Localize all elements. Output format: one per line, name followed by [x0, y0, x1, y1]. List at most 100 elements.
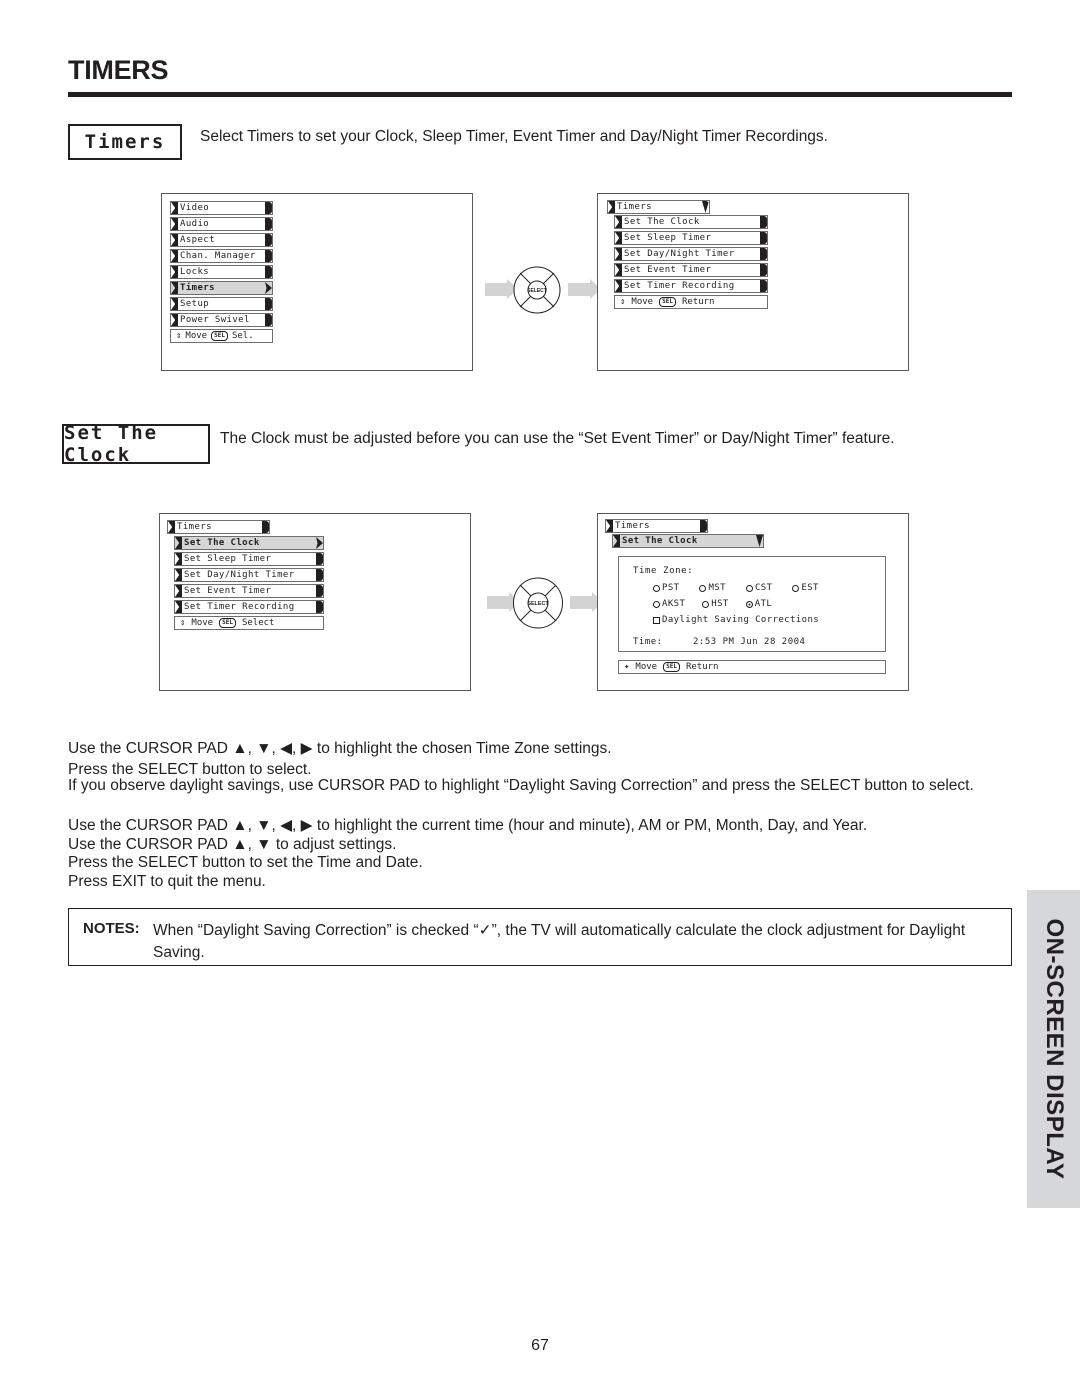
- menu-item-set-the-clock[interactable]: Set The Clock: [174, 536, 324, 550]
- radio-icon-selected: [745, 600, 753, 608]
- radio-label: CST: [754, 583, 773, 593]
- time-label: Time:: [633, 637, 663, 647]
- up-down-arrow-icon: ⇕: [176, 330, 182, 341]
- chevron-right-icon: [265, 282, 272, 294]
- time-zone-row-1: PST MST CST EST: [653, 583, 819, 593]
- svg-text:SELECT: SELECT: [527, 601, 549, 607]
- footer-action-label: Return: [685, 662, 719, 672]
- flow-arrow-right-icon: [568, 279, 601, 299]
- radio-label: HST: [711, 599, 729, 609]
- menu-item-label: Set Sleep Timer: [624, 233, 712, 243]
- menu-item-label: Power Swivel: [180, 315, 250, 325]
- menu-item-locks[interactable]: Locks: [170, 265, 273, 279]
- menu-item-set-timer-recording[interactable]: Set Timer Recording: [614, 279, 768, 293]
- menu-footer-hint: ⇕ Move SEL Select: [174, 616, 324, 630]
- chevron-right-icon: [316, 537, 323, 549]
- menu-item-set-timer-recording[interactable]: Set Timer Recording: [174, 600, 324, 614]
- menu-item-audio[interactable]: Audio: [170, 217, 273, 231]
- right-cap-icon: [265, 250, 272, 262]
- menu-item-video[interactable]: Video: [170, 201, 273, 215]
- radio-option-cst[interactable]: CST: [745, 583, 773, 593]
- radio-option-atl[interactable]: ATL: [745, 599, 773, 609]
- footer-action-label: Return: [681, 297, 715, 307]
- radio-option-akst[interactable]: AKST: [653, 599, 685, 609]
- notes-text: When “Daylight Saving Correction” is che…: [153, 922, 966, 961]
- right-cap-icon: [700, 520, 707, 532]
- right-cap-icon: [265, 314, 272, 326]
- menu-item-label: Set Timer Recording: [624, 281, 735, 291]
- menu-header-timers: Timers: [167, 520, 270, 534]
- radio-option-hst[interactable]: HST: [702, 599, 728, 609]
- radio-icon: [653, 600, 660, 608]
- four-way-arrow-icon: ✦: [624, 661, 630, 672]
- menu-item-timers[interactable]: Timers: [170, 281, 273, 295]
- menu-item-set-sleep-timer[interactable]: Set Sleep Timer: [614, 231, 768, 245]
- select-key-icon: SEL: [659, 297, 676, 307]
- menu-item-power-swivel[interactable]: Power Swivel: [170, 313, 273, 327]
- right-cap-icon: [760, 248, 767, 260]
- chevron-down-icon: [756, 535, 763, 547]
- menu-item-set-the-clock[interactable]: Set The Clock: [614, 215, 768, 229]
- right-cap-icon: [316, 601, 323, 613]
- radio-option-mst[interactable]: MST: [699, 583, 726, 593]
- menu-item-set-day-night-timer[interactable]: Set Day/Night Timer: [174, 568, 324, 582]
- radio-label: AKST: [662, 599, 686, 609]
- menu-item-label: Set Sleep Timer: [184, 554, 272, 564]
- menu-item-label: Set Timer Recording: [184, 602, 295, 612]
- notes-label: NOTES:: [83, 920, 140, 937]
- instruction-line-3: If you observe daylight savings, use CUR…: [68, 777, 974, 794]
- menu-subheader-set-the-clock[interactable]: Set The Clock: [612, 534, 764, 548]
- menu-header-timers: Timers: [605, 519, 708, 533]
- section-description-set-the-clock: The Clock must be adjusted before you ca…: [220, 430, 895, 447]
- up-down-arrow-icon: ⇕: [620, 296, 626, 307]
- diagram2-left-header: Timers: [167, 520, 270, 536]
- footer-move-label: Move: [631, 297, 654, 307]
- diagram2-left-items: Set The Clock Set Sleep Timer Set Day/Ni…: [174, 536, 324, 630]
- checkbox-daylight-saving[interactable]: Daylight Saving Corrections: [653, 615, 819, 625]
- radio-icon: [792, 584, 800, 592]
- radio-label: ATL: [754, 599, 773, 609]
- time-zone-row-2: AKST HST ATL: [653, 599, 772, 609]
- right-cap-icon: [265, 218, 272, 230]
- menu-footer-hint: ✦ Move SEL Return: [618, 660, 886, 674]
- right-cap-icon: [316, 553, 323, 565]
- right-cap-icon: [265, 266, 272, 278]
- right-cap-icon: [316, 585, 323, 597]
- menu-item-set-day-night-timer[interactable]: Set Day/Night Timer: [614, 247, 768, 261]
- flow-arrow-left-icon: [487, 592, 520, 612]
- diagram2-right-header: Timers: [605, 519, 708, 535]
- menu-item-aspect[interactable]: Aspect: [170, 233, 273, 247]
- menu-item-label: Chan. Manager: [180, 251, 256, 261]
- right-cap-icon: [265, 234, 272, 246]
- menu-item-setup[interactable]: Setup: [170, 297, 273, 311]
- instruction-line-1: Use the CURSOR PAD ▲, ▼, ◀, ▶ to highlig…: [68, 740, 612, 757]
- side-tab-label: ON-SCREEN DISPLAY: [1040, 918, 1068, 1180]
- radio-icon: [702, 600, 710, 608]
- menu-item-label: Set The Clock: [184, 538, 260, 548]
- radio-icon: [653, 584, 660, 592]
- menu-item-set-event-timer[interactable]: Set Event Timer: [174, 584, 324, 598]
- daylight-saving-row: Daylight Saving Corrections: [653, 615, 819, 625]
- menu-item-label: Set The Clock: [624, 217, 700, 227]
- time-value: 2:53 PM Jun 28 2004: [693, 637, 806, 647]
- chevron-down-icon: [702, 201, 709, 213]
- menu-footer-hint: ⇕ Move SEL Return: [614, 295, 768, 309]
- menu-item-set-event-timer[interactable]: Set Event Timer: [614, 263, 768, 277]
- menu-item-label: Set Event Timer: [624, 265, 712, 275]
- diagram2-right-footer: ✦ Move SEL Return: [618, 660, 886, 674]
- right-cap-icon: [265, 202, 272, 214]
- menu-item-label: Set Day/Night Timer: [184, 570, 295, 580]
- menu-item-label: Set Day/Night Timer: [624, 249, 735, 259]
- footer-action-label: Sel.: [231, 331, 254, 341]
- radio-option-pst[interactable]: PST: [653, 583, 679, 593]
- cursor-pad-icon: SELECT: [513, 266, 561, 319]
- radio-option-est[interactable]: EST: [792, 583, 818, 593]
- select-key-icon: SEL: [219, 618, 236, 628]
- checkbox-icon: [653, 616, 660, 624]
- menu-item-set-sleep-timer[interactable]: Set Sleep Timer: [174, 552, 324, 566]
- notes-box: NOTES: When “Daylight Saving Correction”…: [68, 908, 1012, 966]
- menu-item-chan-manager[interactable]: Chan. Manager: [170, 249, 273, 263]
- radio-label: EST: [801, 583, 819, 593]
- diagram2-right-subheader: Set The Clock: [612, 534, 764, 550]
- diagram1-right-items: Set The Clock Set Sleep Timer Set Day/Ni…: [614, 215, 768, 309]
